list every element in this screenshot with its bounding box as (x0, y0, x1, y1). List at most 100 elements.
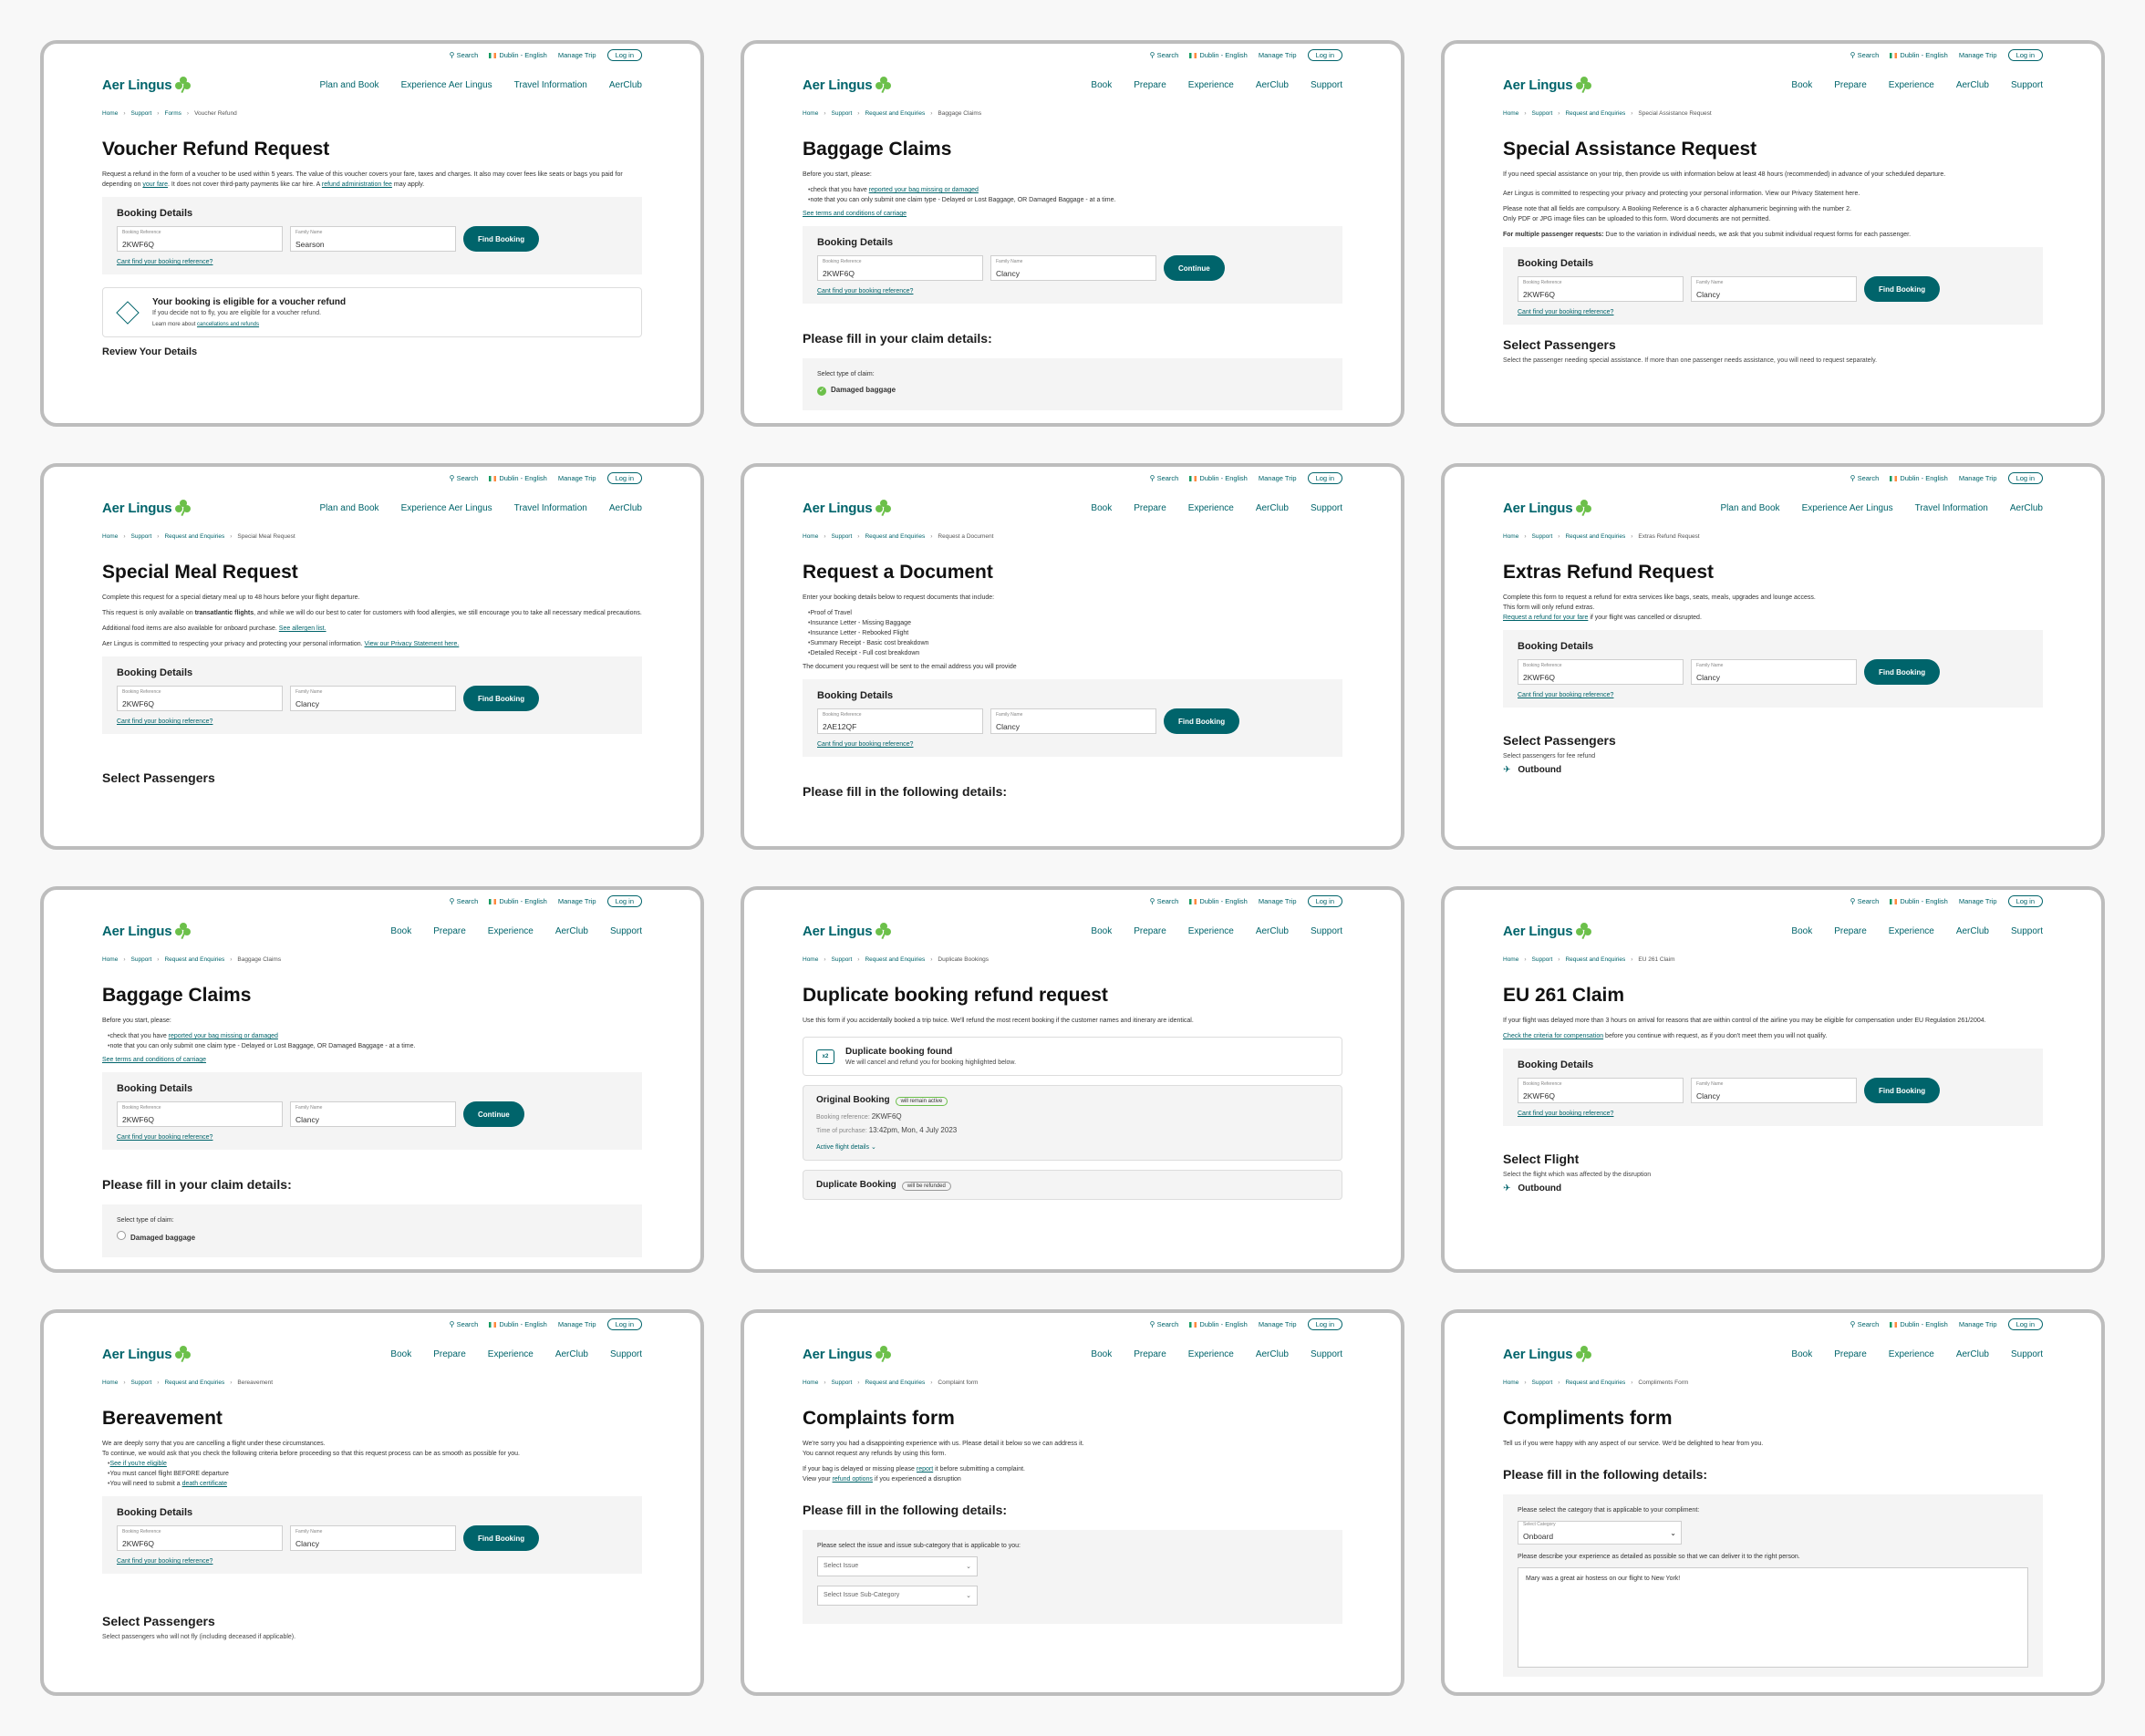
cant-find-reference-link[interactable]: Cant find your booking reference? (117, 1558, 627, 1565)
nav-link[interactable]: Prepare (1134, 80, 1166, 90)
issue-select[interactable]: Select Issue ⌄ (817, 1556, 978, 1576)
locale-selector[interactable]: Dublin - English (1189, 474, 1248, 482)
find-booking-button[interactable]: Find Booking (1164, 708, 1240, 734)
allergen-link[interactable]: See allergen list. (279, 625, 326, 632)
breadcrumb-support[interactable]: Support (131, 1380, 152, 1386)
claim-option[interactable]: Damaged baggage (117, 1231, 627, 1243)
nav-link[interactable]: AerClub (555, 926, 588, 936)
search-link[interactable]: ⚲ Search (1850, 51, 1880, 59)
search-link[interactable]: ⚲ Search (1850, 1320, 1880, 1328)
booking-reference-input[interactable]: Booking Reference 2KWF6Q (1518, 1078, 1684, 1103)
nav-link[interactable]: Prepare (1134, 1349, 1166, 1359)
nav-link[interactable]: AerClub (1956, 926, 1989, 936)
nav-link[interactable]: AerClub (1956, 80, 1989, 90)
locale-selector[interactable]: Dublin - English (1890, 897, 1948, 905)
nav-link[interactable]: Support (2011, 80, 2043, 90)
nav-link[interactable]: Book (1091, 80, 1112, 90)
login-button[interactable]: Log in (2007, 49, 2043, 61)
manage-trip-link[interactable]: Manage Trip (1259, 51, 1297, 59)
locale-selector[interactable]: Dublin - English (1890, 1320, 1948, 1328)
nav-link[interactable]: Experience (1889, 80, 1934, 90)
booking-reference-input[interactable]: Booking Reference 2KWF6Q (117, 1525, 283, 1551)
family-name-input[interactable]: Family Name Clancy (290, 686, 456, 711)
breadcrumb-requests[interactable]: Request and Enquiries (164, 533, 224, 540)
issue-subcategory-select[interactable]: Select Issue Sub-Category ⌄ (817, 1586, 978, 1606)
aer-lingus-logo[interactable]: Aer Lingus (102, 923, 192, 940)
booking-reference-input[interactable]: Booking Reference 2KWF6Q (117, 1101, 283, 1127)
find-booking-button[interactable]: Find Booking (1864, 276, 1941, 302)
aer-lingus-logo[interactable]: Aer Lingus (102, 77, 192, 94)
aer-lingus-logo[interactable]: Aer Lingus (102, 500, 192, 517)
nav-link[interactable]: Experience Aer Lingus (401, 503, 492, 513)
terms-link[interactable]: See terms and conditions of carriage (803, 211, 907, 217)
find-booking-button[interactable]: Find Booking (463, 226, 540, 252)
report-bag-link[interactable]: reported your bag missing or damaged (869, 187, 979, 193)
login-button[interactable]: Log in (606, 895, 642, 907)
aer-lingus-logo[interactable]: Aer Lingus (1503, 77, 1592, 94)
breadcrumb-home[interactable]: Home (803, 110, 818, 117)
manage-trip-link[interactable]: Manage Trip (1259, 897, 1297, 905)
booking-reference-input[interactable]: Booking Reference 2KWF6Q (1518, 276, 1684, 302)
manage-trip-link[interactable]: Manage Trip (1959, 474, 1997, 482)
nav-link[interactable]: Travel Information (1915, 503, 1988, 513)
nav-link[interactable]: Plan and Book (320, 503, 379, 513)
locale-selector[interactable]: Dublin - English (489, 1320, 547, 1328)
death-certificate-link[interactable]: death certificate (182, 1481, 227, 1487)
cant-find-reference-link[interactable]: Cant find your booking reference? (817, 741, 1328, 748)
nav-link[interactable]: Support (610, 926, 642, 936)
family-name-input[interactable]: Family Name Clancy (1691, 1078, 1857, 1103)
locale-selector[interactable]: Dublin - English (489, 51, 547, 59)
aer-lingus-logo[interactable]: Aer Lingus (803, 923, 892, 940)
family-name-input[interactable]: Family Name Clancy (990, 708, 1156, 734)
nav-link[interactable]: Book (390, 1349, 411, 1359)
breadcrumb-home[interactable]: Home (803, 533, 818, 540)
family-name-input[interactable]: Family Name Clancy (290, 1101, 456, 1127)
aer-lingus-logo[interactable]: Aer Lingus (1503, 923, 1592, 940)
breadcrumb-home[interactable]: Home (803, 1380, 818, 1386)
search-link[interactable]: ⚲ Search (1150, 1320, 1179, 1328)
report-bag-link[interactable]: reported your bag missing or damaged (169, 1033, 278, 1039)
nav-link[interactable]: Support (1311, 80, 1342, 90)
aer-lingus-logo[interactable]: Aer Lingus (803, 77, 892, 94)
breadcrumb-support[interactable]: Support (832, 533, 853, 540)
fare-refund-link[interactable]: Request a refund for your fare (1503, 615, 1588, 621)
breadcrumb-requests[interactable]: Request and Enquiries (1565, 533, 1625, 540)
breadcrumb-forms[interactable]: Forms (164, 110, 181, 117)
locale-selector[interactable]: Dublin - English (1890, 51, 1948, 59)
aer-lingus-logo[interactable]: Aer Lingus (102, 1346, 192, 1363)
active-flight-toggle[interactable]: Active flight details ⌄ (816, 1143, 1329, 1151)
login-button[interactable]: Log in (2007, 895, 2043, 907)
nav-link[interactable]: Plan and Book (1721, 503, 1780, 513)
criteria-link[interactable]: Check the criteria for compensation (1503, 1033, 1603, 1039)
cant-find-reference-link[interactable]: Cant find your booking reference? (817, 288, 1328, 294)
nav-link[interactable]: Prepare (1834, 926, 1867, 936)
breadcrumb-requests[interactable]: Request and Enquiries (1565, 1380, 1625, 1386)
breadcrumb-requests[interactable]: Request and Enquiries (865, 110, 925, 117)
breadcrumb-requests[interactable]: Request and Enquiries (164, 1380, 224, 1386)
breadcrumb-support[interactable]: Support (131, 956, 152, 963)
nav-link[interactable]: Prepare (433, 926, 466, 936)
nav-link[interactable]: Prepare (1834, 1349, 1867, 1359)
cant-find-reference-link[interactable]: Cant find your booking reference? (117, 259, 627, 265)
nav-link[interactable]: AerClub (555, 1349, 588, 1359)
manage-trip-link[interactable]: Manage Trip (558, 474, 596, 482)
nav-link[interactable]: Experience (1188, 926, 1234, 936)
nav-link[interactable]: Support (610, 1349, 642, 1359)
nav-link[interactable]: Prepare (1134, 926, 1166, 936)
claim-option[interactable]: ✓ Damaged baggage (817, 385, 1328, 396)
breadcrumb-support[interactable]: Support (131, 533, 152, 540)
nav-link[interactable]: AerClub (609, 80, 642, 90)
nav-link[interactable]: Prepare (433, 1349, 466, 1359)
cant-find-reference-link[interactable]: Cant find your booking reference? (117, 1134, 627, 1141)
find-booking-button[interactable]: Find Booking (463, 1525, 540, 1551)
breadcrumb-requests[interactable]: Request and Enquiries (865, 956, 925, 963)
locale-selector[interactable]: Dublin - English (489, 474, 547, 482)
breadcrumb-support[interactable]: Support (1532, 110, 1553, 117)
cant-find-reference-link[interactable]: Cant find your booking reference? (1518, 692, 2028, 698)
nav-link[interactable]: AerClub (1256, 926, 1289, 936)
login-button[interactable]: Log in (1307, 49, 1342, 61)
cant-find-reference-link[interactable]: Cant find your booking reference? (117, 718, 627, 725)
nav-link[interactable]: Support (1311, 926, 1342, 936)
breadcrumb-support[interactable]: Support (832, 1380, 853, 1386)
nav-link[interactable]: Experience (1188, 80, 1234, 90)
